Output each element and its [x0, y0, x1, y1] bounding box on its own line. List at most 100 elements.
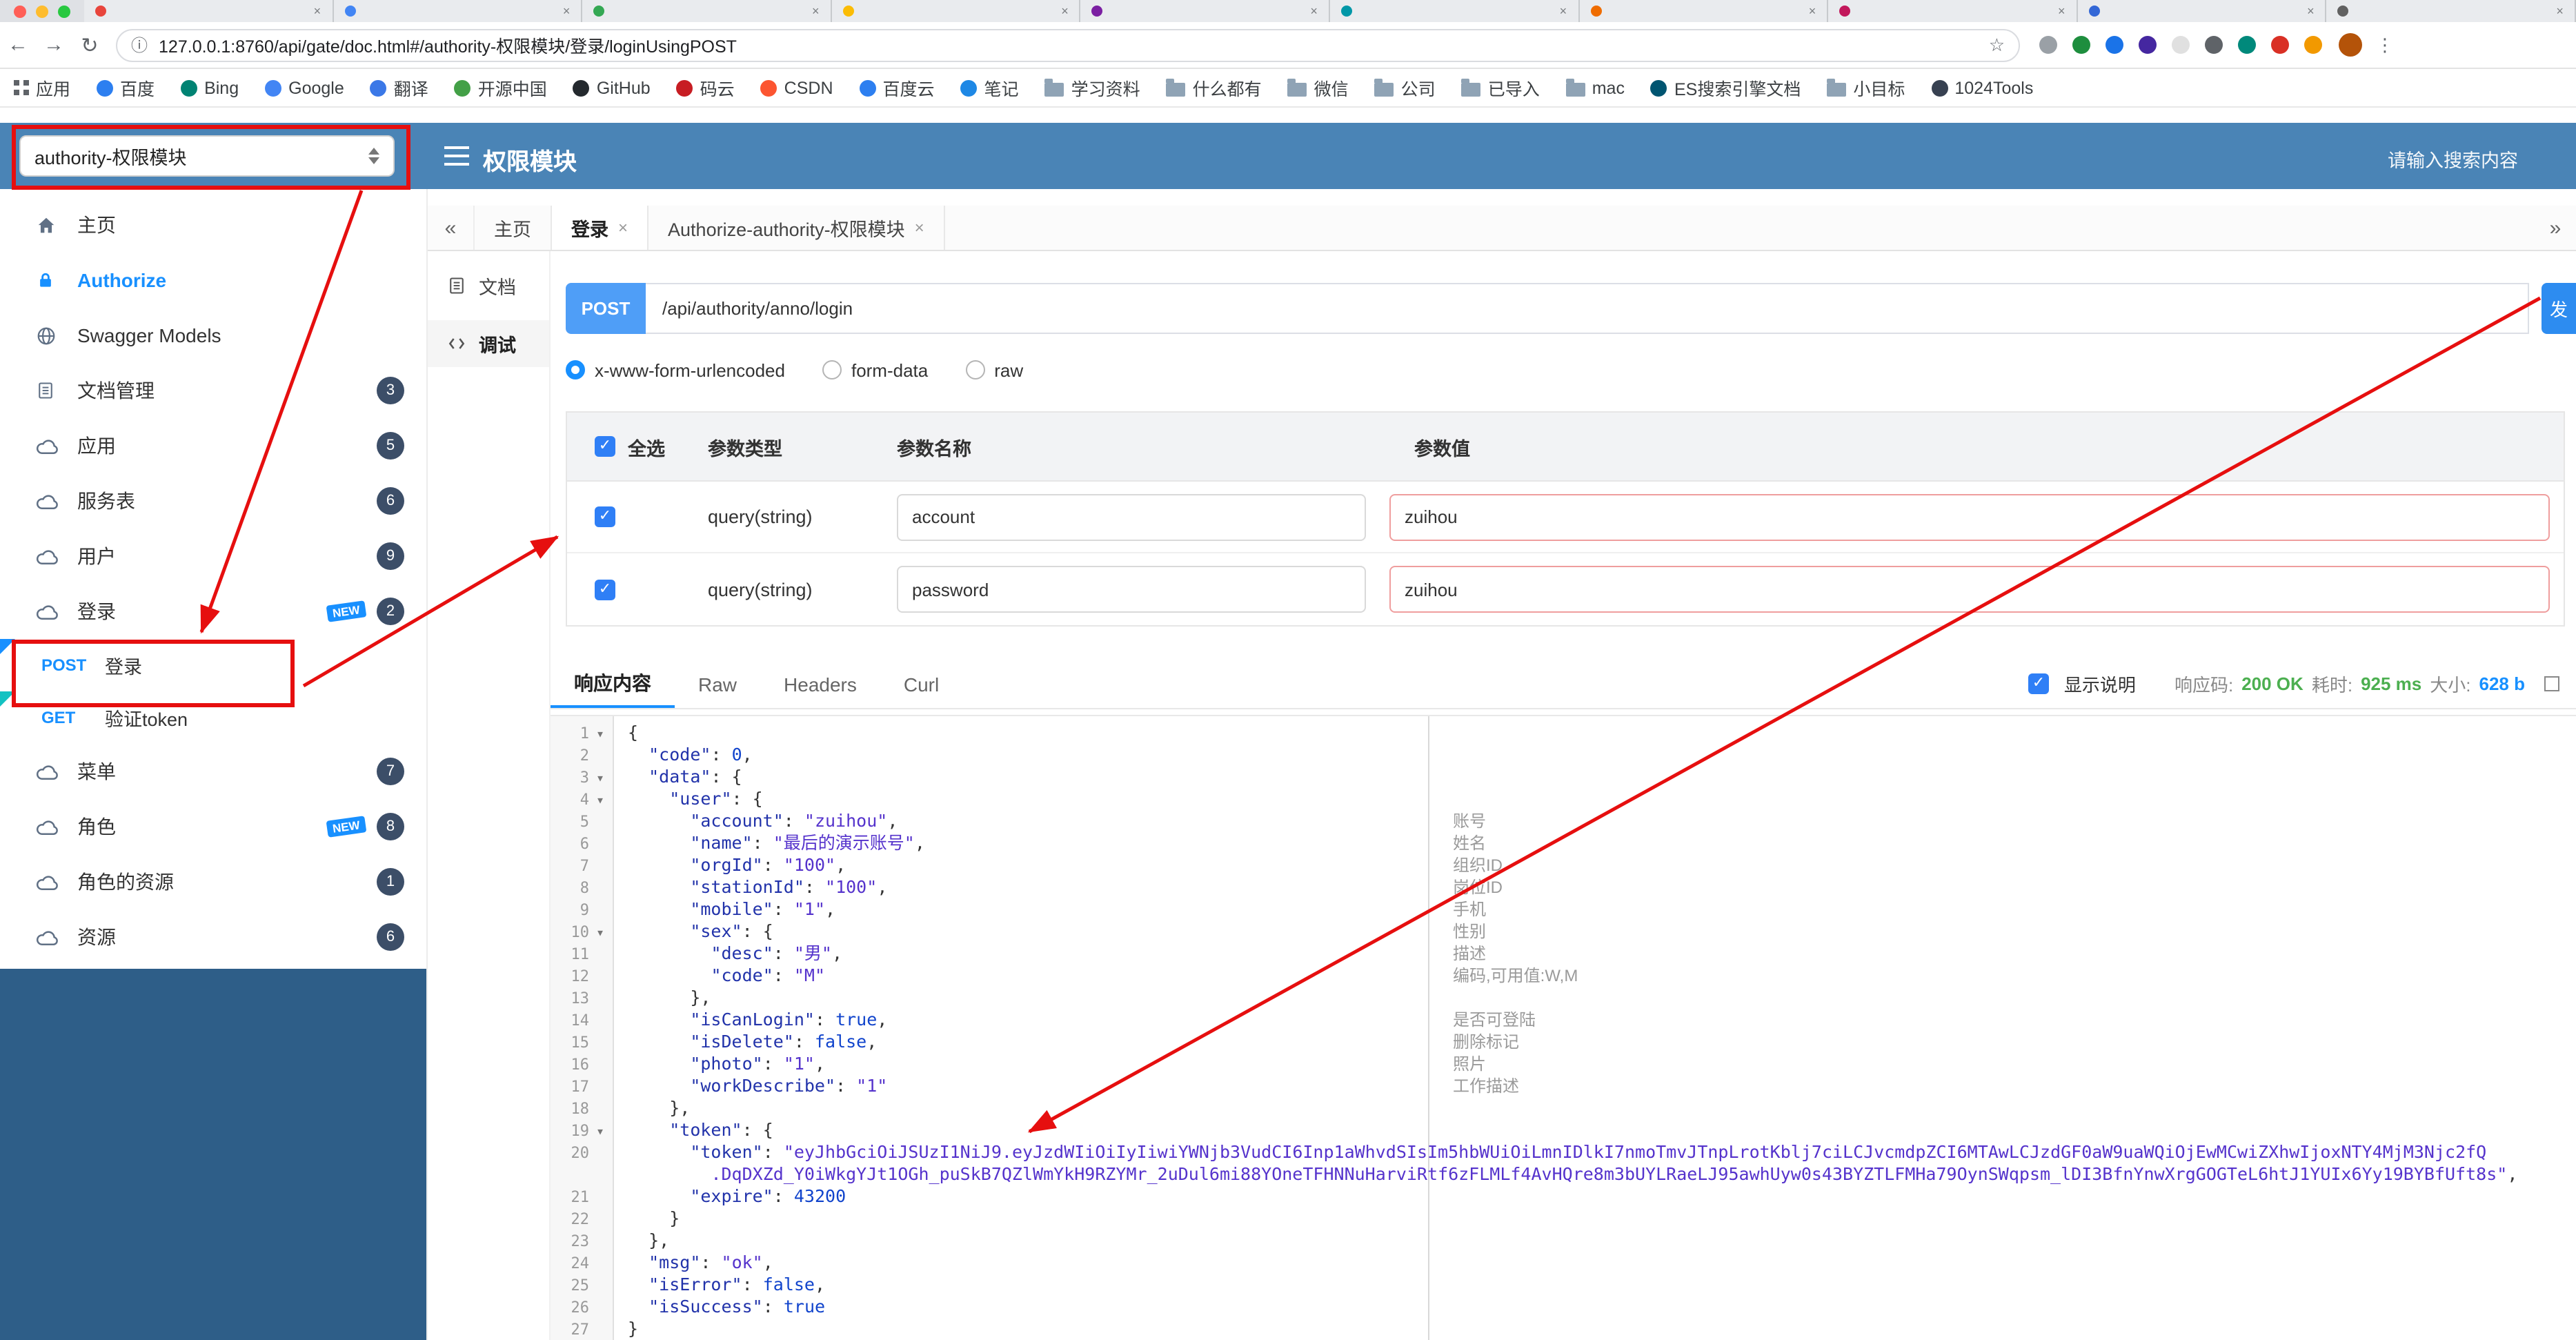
param-name-input[interactable] — [897, 566, 1366, 613]
content-type-option[interactable]: raw — [965, 359, 1023, 380]
show-desc-checkbox[interactable]: ✓ — [2028, 673, 2049, 694]
param-value-input[interactable] — [1389, 493, 2550, 540]
site-info-icon[interactable]: ⓘ — [131, 33, 148, 57]
response-tab[interactable]: Raw — [675, 660, 760, 708]
address-bar[interactable]: ⓘ 127.0.0.1:8760/api/gate/doc.html#/auth… — [116, 28, 2020, 61]
sidebar-endpoint-post[interactable]: POST 登录 — [0, 639, 426, 691]
sidebar-item[interactable]: Swagger Models — [0, 308, 426, 363]
extension-icon[interactable] — [2106, 36, 2123, 54]
sidebar-item[interactable]: Authorize — [0, 253, 426, 308]
select-all-checkbox[interactable]: ✓ — [595, 436, 615, 457]
tabbar-more-icon[interactable]: » — [2535, 206, 2576, 250]
content-tab[interactable]: 登录 × — [552, 206, 649, 250]
extension-icon[interactable] — [2205, 36, 2223, 54]
bookmark-item[interactable]: 已导入 — [1461, 75, 1540, 101]
sidebar-item[interactable]: 主页 — [0, 197, 426, 253]
sidebar-item[interactable]: 文档管理 3 — [0, 363, 426, 418]
module-select[interactable]: authority-权限模块 — [19, 135, 395, 177]
browser-tab[interactable]: × — [333, 0, 583, 22]
bookmark-item[interactable]: 学习资料 — [1044, 75, 1140, 101]
response-tab[interactable]: 响应内容 — [551, 660, 675, 708]
bookmark-item[interactable]: 笔记 — [960, 75, 1019, 101]
browser-tab[interactable]: × — [2326, 0, 2576, 22]
expand-icon[interactable] — [2544, 676, 2559, 691]
tab-close-icon[interactable]: × — [2307, 4, 2315, 17]
hamburger-icon[interactable] — [444, 146, 469, 171]
browser-tab[interactable]: × — [831, 0, 1081, 22]
docmenu-item-doc[interactable]: 文档 — [428, 262, 549, 309]
extension-icon[interactable] — [2271, 36, 2289, 54]
bookmark-item[interactable]: 码云 — [676, 75, 735, 101]
extension-icon[interactable] — [2039, 36, 2057, 54]
sidebar-item[interactable]: 服务表 6 — [0, 473, 426, 529]
response-tab[interactable]: Headers — [760, 660, 880, 708]
tab-close-icon[interactable]: × — [1310, 4, 1318, 17]
profile-avatar[interactable] — [2339, 33, 2362, 57]
content-type-option[interactable]: x-www-form-urlencoded — [566, 359, 785, 380]
browser-tab[interactable]: × — [1828, 0, 2078, 22]
content-tab[interactable]: Authorize-authority-权限模块 × — [648, 206, 945, 250]
bookmark-item[interactable]: Bing — [181, 78, 239, 97]
send-button[interactable]: 发 — [2542, 283, 2576, 334]
bookmark-item[interactable]: ES搜索引擎文档 — [1650, 75, 1801, 101]
url-text[interactable]: 127.0.0.1:8760/api/gate/doc.html#/author… — [159, 32, 1989, 58]
browser-menu-icon[interactable]: ⋮ — [2376, 34, 2394, 56]
tab-close-icon[interactable]: × — [2556, 4, 2564, 17]
tab-close-icon[interactable]: × — [2058, 4, 2065, 17]
sidebar-endpoint-get[interactable]: GET 验证token — [0, 691, 426, 744]
browser-tab[interactable]: × — [1579, 0, 1829, 22]
extension-icon[interactable] — [2139, 36, 2157, 54]
bookmark-item[interactable]: 公司 — [1374, 75, 1436, 101]
bookmark-item[interactable]: 应用 — [14, 75, 70, 101]
window-control-dot[interactable] — [58, 5, 70, 17]
bookmark-item[interactable]: CSDN — [760, 78, 833, 97]
browser-tab[interactable]: × — [582, 0, 832, 22]
window-control-dot[interactable] — [36, 5, 48, 17]
bookmark-item[interactable]: 开源中国 — [454, 75, 547, 101]
extension-icon[interactable] — [2304, 36, 2322, 54]
param-name-input[interactable] — [897, 493, 1366, 540]
param-checkbox[interactable]: ✓ — [595, 506, 615, 527]
extension-icon[interactable] — [2172, 36, 2190, 54]
extension-icon[interactable] — [2238, 36, 2256, 54]
bookmark-item[interactable]: 百度 — [97, 75, 155, 101]
tab-close-icon[interactable]: × — [812, 4, 820, 17]
sidebar-item[interactable]: 应用 5 — [0, 418, 426, 473]
window-controls[interactable] — [0, 0, 84, 22]
tab-close-icon[interactable]: × — [1560, 4, 1567, 17]
browser-tab[interactable]: × — [2077, 0, 2327, 22]
response-editor[interactable]: 1 ▾{2 "code": 0, 3 ▾ "data": {4 ▾ "user": {5… — [551, 715, 2576, 1340]
browser-tab[interactable]: × — [1329, 0, 1580, 22]
content-type-option[interactable]: form-data — [822, 359, 928, 380]
tabbar-collapse-icon[interactable]: « — [428, 206, 475, 250]
bookmark-item[interactable]: 1024Tools — [1931, 78, 2033, 97]
bookmark-item[interactable]: Google — [265, 78, 344, 97]
bookmark-item[interactable]: 翻译 — [370, 75, 428, 101]
sidebar-item[interactable]: 资源 6 — [0, 909, 426, 965]
content-tab[interactable]: 主页 — [475, 206, 552, 250]
sidebar-item[interactable]: 登录 NEW 2 — [0, 584, 426, 639]
tab-close-icon[interactable]: × — [915, 218, 924, 237]
browser-tab[interactable]: × — [84, 0, 334, 22]
bookmark-item[interactable]: 百度云 — [859, 75, 935, 101]
header-search-input[interactable]: 请输入搜索内容 — [2388, 145, 2518, 173]
response-tab[interactable]: Curl — [880, 660, 962, 708]
sidebar-item[interactable]: 菜单 7 — [0, 744, 426, 799]
sidebar-item[interactable]: 角色 NEW 8 — [0, 799, 426, 854]
browser-tab[interactable]: × — [1080, 0, 1330, 22]
param-value-input[interactable] — [1389, 566, 2550, 613]
sidebar-item[interactable]: 角色的资源 1 — [0, 854, 426, 909]
window-control-dot[interactable] — [14, 5, 26, 17]
tab-close-icon[interactable]: × — [618, 218, 628, 237]
forward-icon[interactable]: → — [36, 33, 72, 57]
tab-close-icon[interactable]: × — [314, 4, 321, 17]
tab-close-icon[interactable]: × — [1809, 4, 1816, 17]
bookmark-item[interactable]: 微信 — [1287, 75, 1349, 101]
bookmark-item[interactable]: 什么都有 — [1166, 75, 1262, 101]
request-url-input[interactable] — [646, 283, 2529, 334]
bookmark-item[interactable]: 小目标 — [1827, 75, 1905, 101]
back-icon[interactable]: ← — [0, 33, 36, 57]
docmenu-item-debug[interactable]: 调试 — [428, 320, 549, 367]
tab-close-icon[interactable]: × — [563, 4, 571, 17]
bookmark-item[interactable]: GitHub — [573, 78, 651, 97]
